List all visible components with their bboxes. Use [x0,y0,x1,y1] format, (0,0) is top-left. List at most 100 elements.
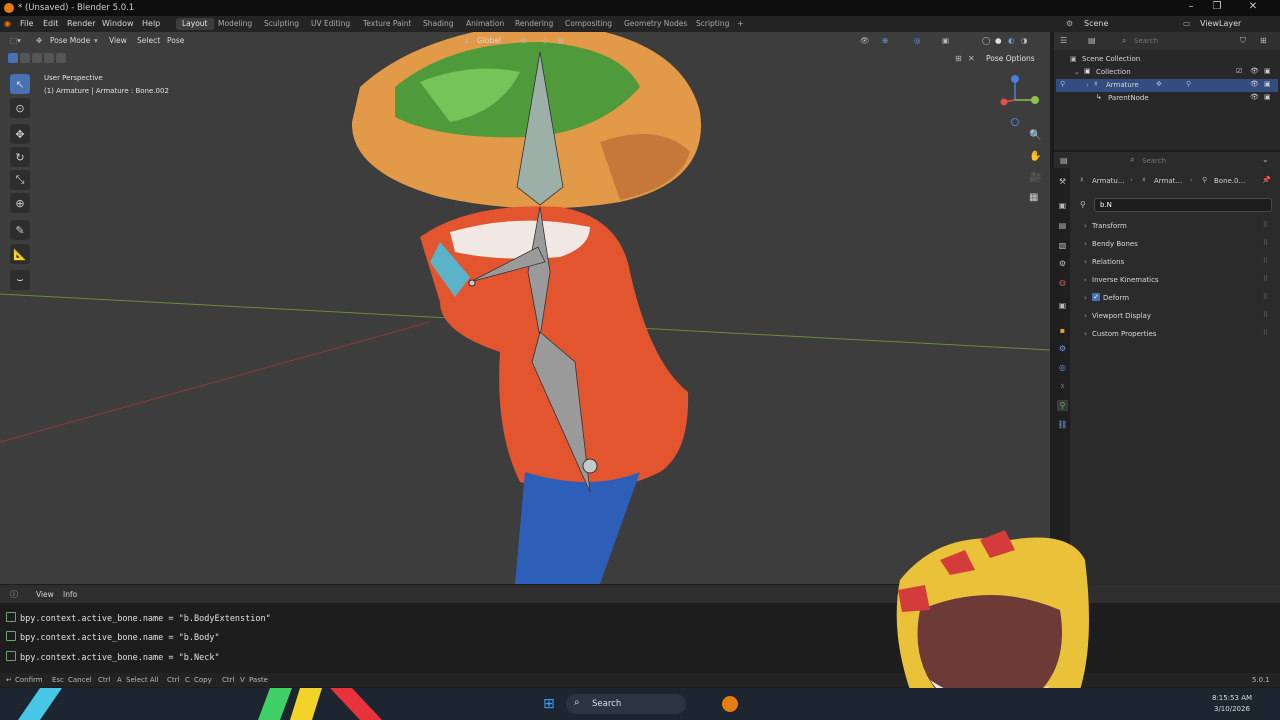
deform-checkbox[interactable]: ✓ [1092,293,1100,301]
proportional-edit-icon[interactable]: ⊞ [558,36,564,45]
log-entry[interactable]: bpy.context.active_bone.name = "b.Neck" [6,651,220,663]
tab-animation[interactable]: Animation [460,18,510,30]
bone-constraint-tab-icon[interactable]: ⛓ [1057,419,1068,430]
camera-view-icon[interactable]: 🎥 [1029,172,1041,183]
properties-search-input[interactable]: Search [1142,157,1232,167]
world-tab-icon[interactable]: ◍ [1057,277,1068,288]
3d-viewport[interactable] [0,32,1050,584]
move-tool-icon[interactable]: ✥ [10,124,30,144]
snap-icon[interactable]: ⊹ [542,36,548,45]
outliner-search-input[interactable]: Search [1134,37,1158,45]
outliner-row-parentnode[interactable]: ↳ ParentNode 👁 ▣ [1056,92,1278,105]
chevron-right-icon[interactable]: › [1086,81,1089,89]
drag-handle-icon[interactable]: ⠿ [1263,221,1268,229]
blender-menu-icon[interactable]: ◉ [4,19,11,28]
scene-tab-icon[interactable]: ⚙ [1057,258,1068,269]
drag-handle-icon[interactable]: ⠿ [1263,239,1268,247]
pan-icon[interactable]: ✋ [1029,151,1041,162]
pose-options-dropdown[interactable]: Pose Options [986,54,1035,63]
chevron-down-icon[interactable]: ⌄ [1262,155,1269,164]
display-mode-icon[interactable]: ▤ [1088,36,1096,45]
transform-tool-icon[interactable]: ⊕ [10,193,30,213]
mode-dropdown[interactable]: Pose Mode [50,36,90,45]
close-button[interactable]: ✕ [1240,1,1266,12]
outliner-row-armature[interactable]: ⚲ › ☓ Armature ✥ ⚲ 👁 ▣ [1056,79,1278,92]
checkbox-icon[interactable]: ☑ [1236,67,1242,75]
tab-modeling[interactable]: Modeling [212,18,258,30]
select-extend-icon[interactable] [20,53,30,63]
camera-icon[interactable]: ▣ [1264,93,1271,101]
taskbar-search[interactable]: ⌕ Search [566,694,686,714]
scene-name[interactable]: Scene [1084,19,1108,28]
tab-texture-paint[interactable]: Texture Paint [357,18,417,30]
panel-viewport-display[interactable]: › Viewport Display ⠿ [1080,309,1274,325]
output-tab-icon[interactable]: ▤ [1057,220,1068,231]
menu-edit[interactable]: Edit [43,19,59,28]
menu-render[interactable]: Render [67,19,95,28]
scale-tool-icon[interactable]: ⤡ [10,170,30,190]
tweak-tool-icon[interactable]: ↖ [10,74,30,94]
blender-taskbar-icon[interactable] [722,696,738,712]
eye-icon[interactable]: 👁 [1250,80,1259,88]
panel-inverse-kinematics[interactable]: › Inverse Kinematics ⠿ [1080,273,1274,289]
bone-name-field[interactable]: b.N [1094,198,1272,212]
add-workspace-icon[interactable]: + [737,19,744,28]
panel-deform[interactable]: › ✓ Deform ⠿ [1080,291,1274,307]
ortho-toggle-icon[interactable]: ▦ [1029,192,1038,203]
menu-window[interactable]: Window [102,19,134,28]
new-collection-icon[interactable]: ⊞ [1260,36,1267,45]
log-entry[interactable]: bpy.context.active_bone.name = "b.Body" [6,631,220,643]
object-tab-icon[interactable]: ▪ [1057,325,1068,336]
tab-scripting[interactable]: Scripting [690,18,735,30]
tab-sculpting[interactable]: Sculpting [258,18,305,30]
menu-file[interactable]: File [20,19,33,28]
shading-rendered-icon[interactable]: ◑ [1021,36,1028,45]
tab-compositing[interactable]: Compositing [559,18,618,30]
render-tab-icon[interactable]: ▣ [1057,200,1068,211]
log-entry[interactable]: bpy.context.active_bone.name = "b.BodyEx… [6,612,271,624]
camera-icon[interactable]: ▣ [1264,80,1271,88]
select-new-icon[interactable] [8,53,18,63]
outliner-row-scene-collection[interactable]: ▣ Scene Collection [1056,53,1278,66]
shading-solid-icon[interactable]: ● [995,36,1002,45]
rotate-tool-icon[interactable]: ↻ [10,147,30,167]
panel-relations[interactable]: › Relations ⠿ [1080,255,1274,271]
drag-handle-icon[interactable]: ⠿ [1263,275,1268,283]
visibility-icon[interactable]: 👁 [860,36,870,45]
minimize-button[interactable]: – [1178,1,1204,12]
maximize-button[interactable]: ❐ [1204,1,1230,12]
tab-layout[interactable]: Layout [176,18,214,30]
drag-handle-icon[interactable]: ⠿ [1263,293,1268,301]
snap-settings-icon[interactable]: ⊞ [955,54,962,63]
navigation-gizmo[interactable] [990,70,1040,130]
pivot-icon[interactable]: ⟲ [520,36,526,45]
view-layer-name[interactable]: ViewLayer [1200,19,1241,28]
bone-tab-icon[interactable]: ⚲ [1057,400,1068,411]
menu-pose[interactable]: Pose [167,36,184,45]
menu-help[interactable]: Help [142,19,160,28]
drag-handle-icon[interactable]: ⠿ [1263,257,1268,265]
modifier-tab-icon[interactable]: ⚙ [1057,343,1068,354]
select-invert-icon[interactable] [44,53,54,63]
drag-handle-icon[interactable]: ⠿ [1263,311,1268,319]
camera-icon[interactable]: ▣ [1264,67,1271,75]
physics-tab-icon[interactable]: ◎ [1057,362,1068,373]
zoom-icon[interactable]: 🔍 [1029,130,1041,141]
outliner-row-collection[interactable]: ⌄ ▣ Collection ☑ 👁 ▣ [1056,66,1278,79]
eye-icon[interactable]: 👁 [1250,93,1259,101]
annotate-tool-icon[interactable]: ✎ [10,220,30,240]
pose-breakdown-tool-icon[interactable]: ⌣ [10,270,30,290]
menu-select[interactable]: Select [137,36,160,45]
outliner-editor-icon[interactable]: ☰ [1060,36,1067,45]
info-menu-info[interactable]: Info [63,590,77,599]
view-layer-tab-icon[interactable]: ▧ [1057,240,1068,251]
menu-view[interactable]: View [109,36,127,45]
select-intersect-icon[interactable] [56,53,66,63]
cursor-tool-icon[interactable]: ⊙ [10,98,30,118]
transform-orientation-dropdown[interactable]: Global [477,36,501,45]
eye-icon[interactable]: 👁 [1250,67,1259,75]
select-subtract-icon[interactable] [32,53,42,63]
tab-shading[interactable]: Shading [417,18,459,30]
shading-wireframe-icon[interactable]: ◯ [982,36,990,45]
tab-uv-editing[interactable]: UV Editing [305,18,356,30]
